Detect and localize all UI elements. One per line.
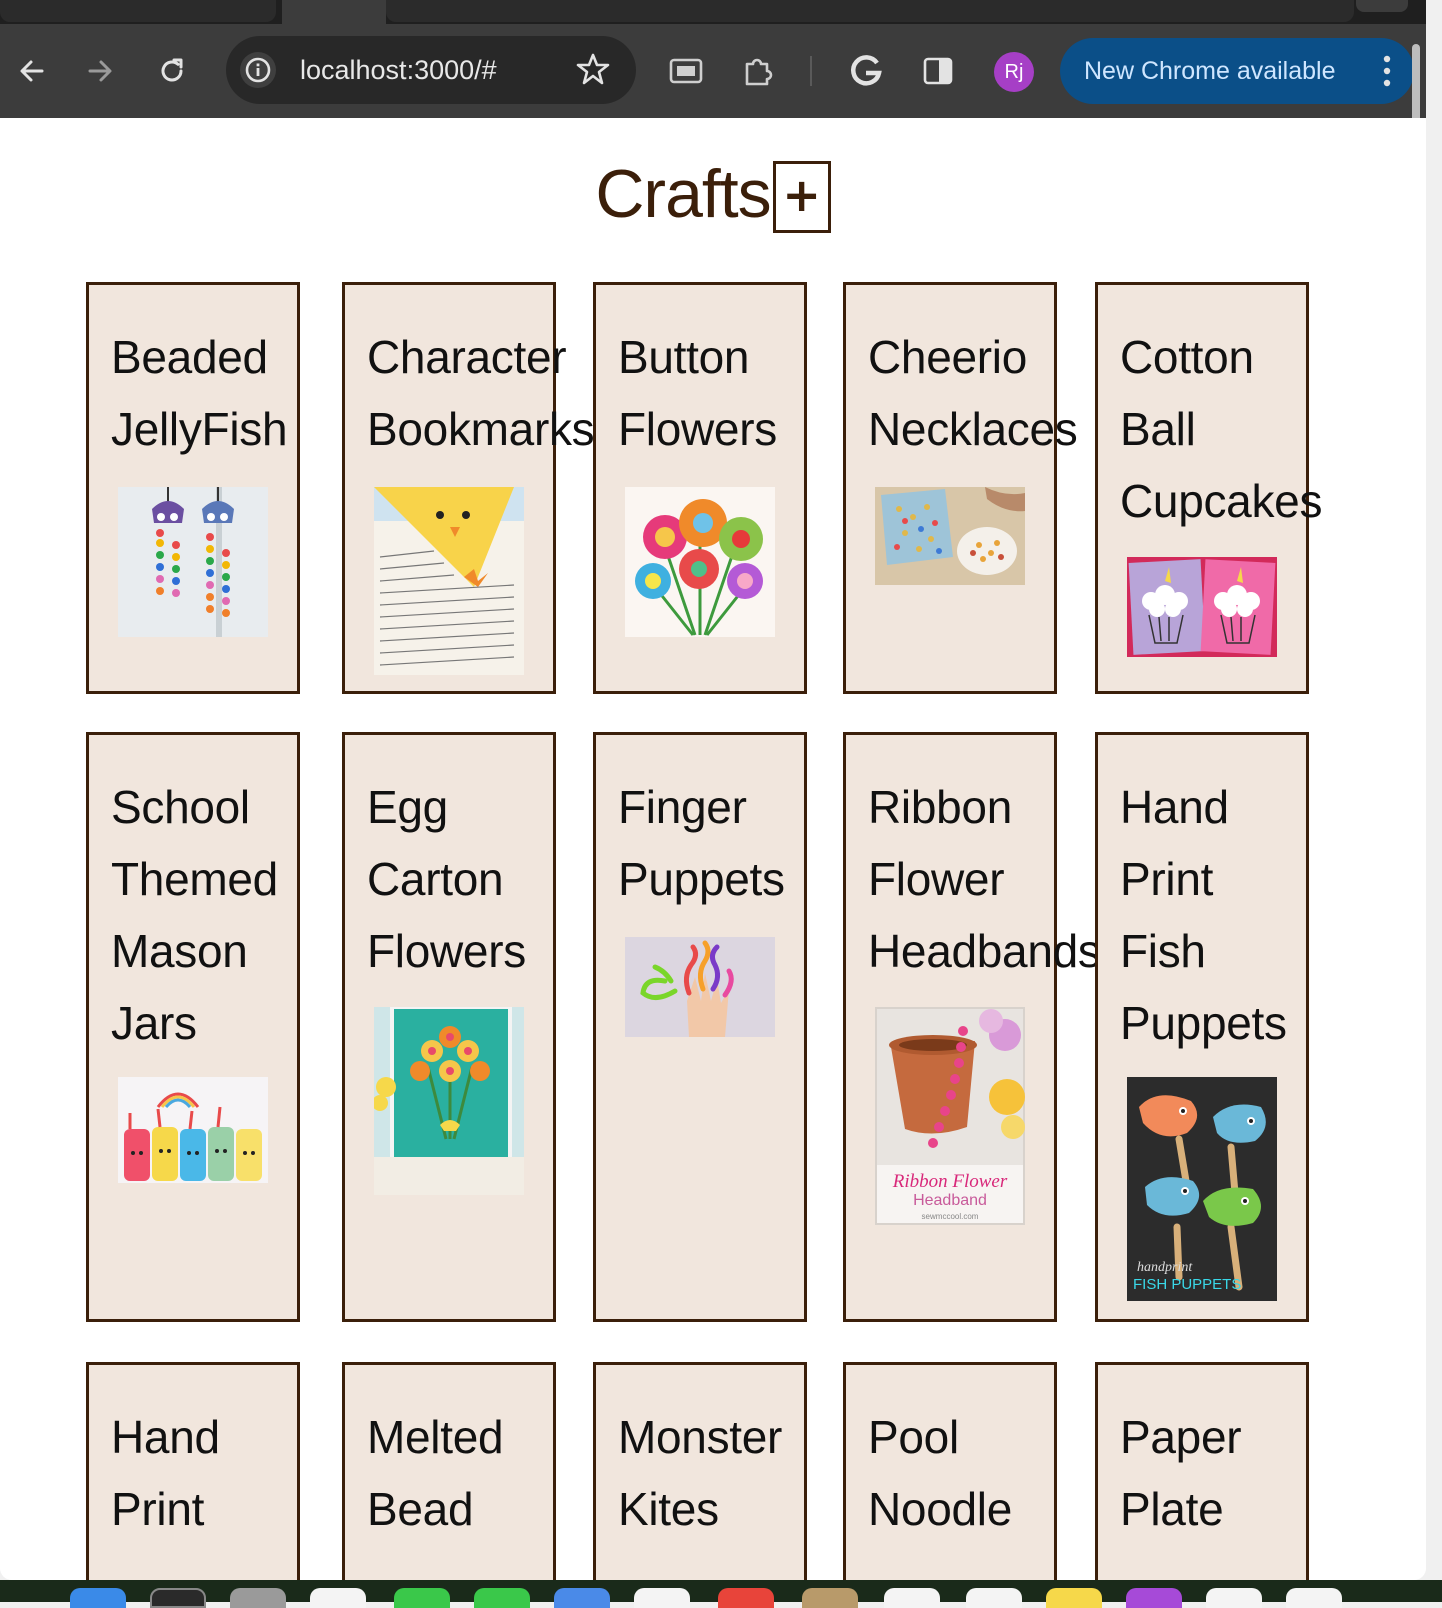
craft-card[interactable]: Cotton Ball Cupcakes xyxy=(1095,282,1322,694)
craft-card[interactable]: Monster Kites xyxy=(593,1362,807,1580)
reload-icon xyxy=(161,58,183,82)
side-panel-button[interactable] xyxy=(914,24,962,118)
craft-title: Monster Kites xyxy=(618,1411,783,1535)
craft-image-school-themed-mason-jars[interactable] xyxy=(118,1077,268,1183)
dock-icon[interactable] xyxy=(230,1588,286,1608)
craft-card[interactable]: Hand Print xyxy=(86,1362,300,1580)
craft-image-finger-puppets[interactable] xyxy=(625,937,775,1037)
dock-icon[interactable] xyxy=(1286,1588,1342,1608)
tab-search-button[interactable] xyxy=(1356,0,1408,12)
bookmark-star-icon[interactable] xyxy=(576,52,610,91)
craft-title: School Themed Mason Jars xyxy=(111,781,278,1049)
craft-title: Character Bookmarks xyxy=(367,331,595,455)
craft-image-cheerio-necklaces[interactable] xyxy=(875,487,1025,585)
browser-toolbar: localhost:3000/# Rj New Chrome available xyxy=(0,24,1426,128)
google-lens-button[interactable] xyxy=(842,24,890,118)
cast-icon xyxy=(669,58,703,84)
ribbon-caption-sub: Headband xyxy=(913,1192,987,1209)
menu-dots-icon[interactable] xyxy=(1382,54,1392,95)
tab-strip xyxy=(0,0,1426,26)
craft-title: Hand Print xyxy=(111,1411,220,1535)
craft-image-cotton-ball-cupcakes[interactable] xyxy=(1127,557,1277,657)
craft-title: Melted Bead xyxy=(367,1411,504,1535)
dock-icon[interactable] xyxy=(70,1588,126,1608)
craft-image-ribbon-flower-headband[interactable]: Ribbon Flower Headband sewmccool.com xyxy=(875,1007,1025,1225)
craft-title: Beaded JellyFish xyxy=(111,331,288,455)
page-content: Crafts + Beaded JellyFish Character Book… xyxy=(0,118,1426,1580)
craft-image-character-bookmarks[interactable] xyxy=(374,487,524,675)
back-button[interactable] xyxy=(8,24,56,118)
window-scrollbar[interactable] xyxy=(1412,44,1420,128)
craft-card[interactable]: Ribbon Flower Headbands Ribbon Flower He… xyxy=(843,732,1101,1322)
fish-caption-top: handprint xyxy=(1137,1260,1193,1275)
dock-icon[interactable] xyxy=(634,1588,690,1608)
browser-window: localhost:3000/# Rj New Chrome available… xyxy=(0,0,1426,1580)
dock-icon[interactable] xyxy=(1206,1588,1262,1608)
craft-card[interactable]: Hand Print Fish Puppets handprint FISH P… xyxy=(1095,732,1309,1322)
update-label: New Chrome available xyxy=(1084,57,1336,85)
side-panel-icon xyxy=(923,57,953,85)
back-icon xyxy=(20,60,44,82)
add-craft-button[interactable]: + xyxy=(772,161,831,233)
chrome-update-button[interactable]: New Chrome available xyxy=(1060,38,1414,104)
reload-button[interactable] xyxy=(148,24,196,118)
dock-icon[interactable] xyxy=(150,1588,206,1608)
craft-title: Ribbon Flower Headbands xyxy=(868,781,1101,977)
dock-icon[interactable] xyxy=(802,1588,858,1608)
dock-icon[interactable] xyxy=(394,1588,450,1608)
craft-image-hand-print-fish-puppets[interactable]: handprint FISH PUPPETS xyxy=(1127,1077,1277,1301)
extensions-button[interactable] xyxy=(734,24,782,118)
address-url[interactable]: localhost:3000/# xyxy=(300,36,497,104)
craft-card[interactable]: Finger Puppets xyxy=(593,732,807,1322)
craft-card[interactable]: Character Bookmarks xyxy=(342,282,595,694)
tab-active[interactable] xyxy=(282,0,386,26)
dock-icon[interactable] xyxy=(884,1588,940,1608)
dock-icon[interactable] xyxy=(1126,1588,1182,1608)
craft-title: Pool Noodle xyxy=(868,1411,1012,1535)
ribbon-caption-site: sewmccool.com xyxy=(922,1212,979,1221)
forward-icon xyxy=(88,60,112,82)
page-header: Crafts + xyxy=(0,154,1426,234)
tab-inactive-left[interactable] xyxy=(0,0,276,22)
page-title: Crafts xyxy=(595,156,771,232)
craft-title: Cheerio Necklaces xyxy=(868,331,1078,455)
address-bar[interactable]: localhost:3000/# xyxy=(226,36,636,104)
craft-card[interactable]: Pool Noodle xyxy=(843,1362,1057,1580)
fish-caption-bottom: FISH PUPPETS xyxy=(1133,1276,1241,1293)
dock-icon[interactable] xyxy=(966,1588,1022,1608)
craft-card[interactable]: Melted Bead xyxy=(342,1362,556,1580)
craft-image-egg-carton-flowers[interactable] xyxy=(374,1007,524,1195)
tab-inactive-right[interactable] xyxy=(386,0,1354,22)
cast-button[interactable] xyxy=(662,24,710,118)
toolbar-separator xyxy=(810,56,812,86)
forward-button[interactable] xyxy=(76,24,124,118)
google-lens-icon xyxy=(851,55,882,86)
profile-avatar[interactable]: Rj xyxy=(994,52,1034,92)
dock-icon[interactable] xyxy=(474,1588,530,1608)
craft-title: Hand Print Fish Puppets xyxy=(1120,781,1287,1049)
craft-card[interactable]: Beaded JellyFish xyxy=(86,282,300,694)
dock-icon[interactable] xyxy=(310,1588,366,1608)
ribbon-caption-title: Ribbon Flower xyxy=(892,1171,1008,1192)
craft-title: Finger Puppets xyxy=(618,781,785,905)
craft-image-beaded-jellyfish[interactable] xyxy=(118,487,268,637)
site-info-icon[interactable] xyxy=(240,52,276,88)
craft-title: Cotton Ball Cupcakes xyxy=(1120,331,1323,527)
dock-icon[interactable] xyxy=(554,1588,610,1608)
craft-card[interactable]: Egg Carton Flowers xyxy=(342,732,556,1322)
craft-card[interactable]: Paper Plate xyxy=(1095,1362,1309,1580)
dock-icon[interactable] xyxy=(1046,1588,1102,1608)
craft-image-button-flowers[interactable] xyxy=(625,487,775,637)
craft-card[interactable]: School Themed Mason Jars xyxy=(86,732,300,1322)
craft-card[interactable]: Cheerio Necklaces xyxy=(843,282,1078,694)
craft-title: Button Flowers xyxy=(618,331,777,455)
craft-title: Paper Plate xyxy=(1120,1411,1242,1535)
craft-card[interactable]: Button Flowers xyxy=(593,282,807,694)
extensions-icon xyxy=(745,58,773,86)
dock-icon[interactable] xyxy=(718,1588,774,1608)
craft-title: Egg Carton Flowers xyxy=(367,781,526,977)
